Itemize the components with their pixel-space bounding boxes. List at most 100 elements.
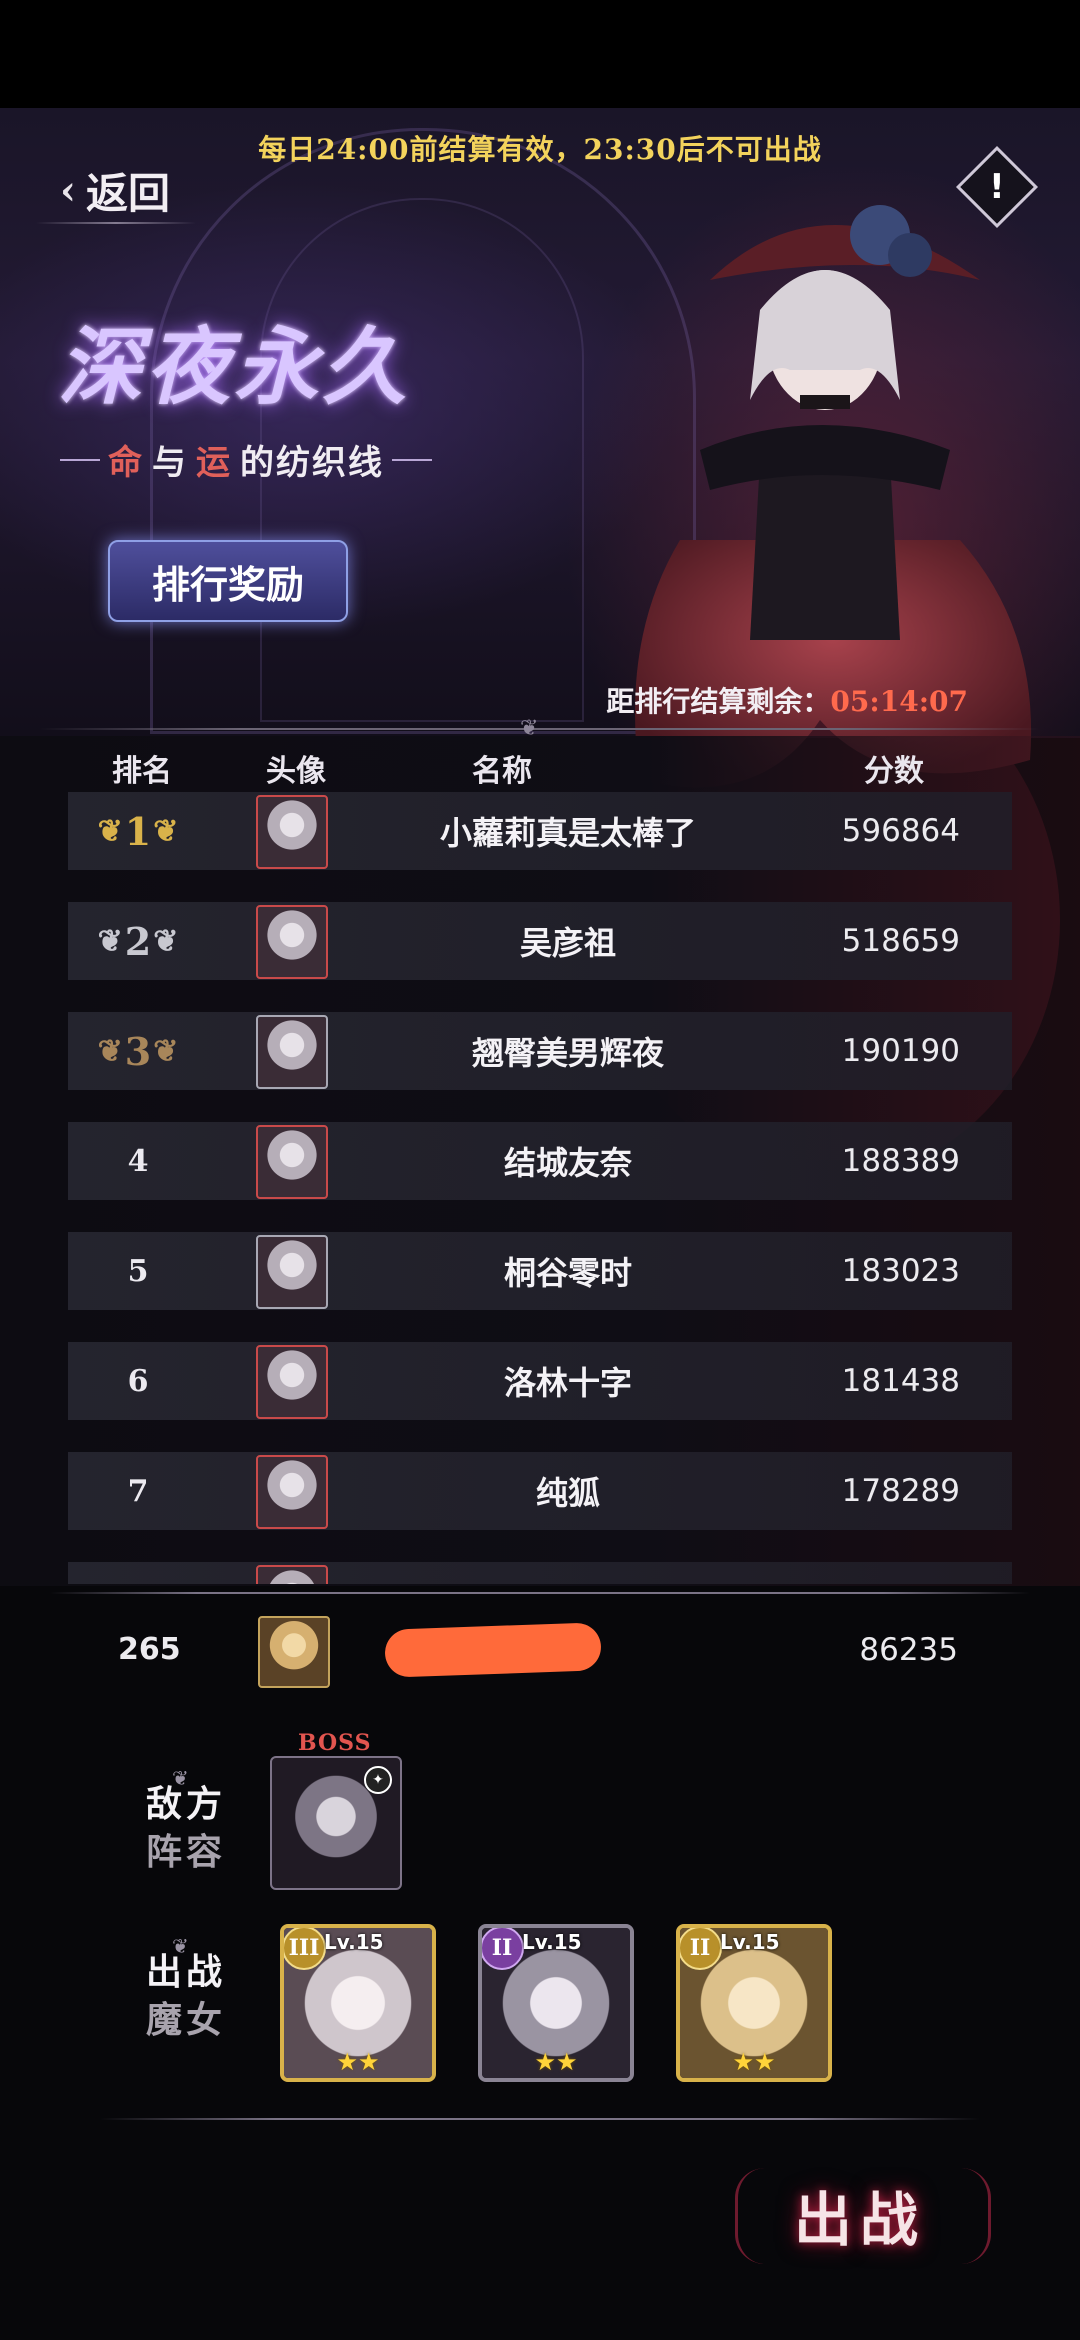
- ranking-header: 排名 头像 名称 分数: [0, 746, 1080, 789]
- my-rank: 265: [118, 1632, 181, 1667]
- avatar: [256, 1345, 328, 1419]
- subtitle-part-4: 的纺织线: [240, 443, 384, 483]
- ranking-row[interactable]: 6 洛林十字 181438: [68, 1342, 1012, 1420]
- witch-card-1[interactable]: III Lv.15 ★★: [280, 1924, 436, 2082]
- avatar: [256, 1125, 328, 1199]
- header-divider: [40, 728, 1040, 730]
- fight-button[interactable]: 出战: [750, 2160, 970, 2270]
- player-score: 183023: [841, 1253, 960, 1289]
- top-bar: [0, 0, 1080, 108]
- laurel-right-icon: ❦: [153, 813, 179, 849]
- countdown-label: 距排行结算剩余：: [606, 685, 831, 718]
- bottom-divider: [100, 2118, 980, 2120]
- countdown-time: 05:14:07: [830, 685, 968, 718]
- avatar: [256, 795, 328, 869]
- team-label-a: 出战: [146, 1951, 227, 1993]
- exclamation-icon: !: [989, 166, 1005, 207]
- enemy-label-a: 敌方: [146, 1783, 227, 1825]
- player-name: 纯狐: [535, 1474, 600, 1512]
- player-name: 小蘿莉真是太棒了: [439, 814, 696, 852]
- witch-level: Lv.15: [324, 1930, 384, 1954]
- ranking-row[interactable]: ❦ 3 ❦ 翘臀美男辉夜 190190: [68, 1012, 1012, 1090]
- player-score: 188389: [841, 1143, 960, 1179]
- star-rating-icon: ★★: [534, 2048, 578, 2076]
- my-rank-row: 265 86235: [0, 1604, 1080, 1700]
- rank-number: 6: [127, 1363, 149, 1399]
- team-label: 出战 魔女: [146, 1948, 226, 2044]
- rank-number: 5: [127, 1253, 149, 1289]
- chevron-left-icon: ‹: [60, 167, 76, 214]
- avatar: [256, 1235, 328, 1309]
- enemy-lineup-label: 敌方 阵容: [146, 1780, 226, 1876]
- back-label: 返回: [86, 169, 171, 218]
- ranking-row-partial[interactable]: [68, 1562, 1012, 1584]
- rank-number: 4: [127, 1143, 149, 1179]
- ranking-row[interactable]: 4 结城友奈 188389: [68, 1122, 1012, 1200]
- event-title: 深夜永久: [58, 317, 411, 416]
- ranking-reward-button[interactable]: 排行奖励: [108, 540, 348, 622]
- laurel-right-icon: ❦: [153, 1033, 179, 1069]
- header-rank: 排名: [112, 754, 172, 789]
- boss-card[interactable]: ✦: [270, 1756, 402, 1890]
- header-score: 分数: [864, 754, 924, 789]
- player-score: 596864: [841, 813, 960, 849]
- ranking-list[interactable]: ❦ 1 ❦ 小蘿莉真是太棒了 596864 ❦ 2 ❦ 吴彦祖 518659 ❦…: [68, 792, 1012, 1584]
- enemy-label-b: 阵容: [146, 1831, 227, 1873]
- laurel-left-icon: ❦: [97, 1033, 123, 1069]
- player-score: 178289: [841, 1473, 960, 1509]
- player-score: 181438: [841, 1363, 960, 1399]
- laurel-left-icon: ❦: [97, 813, 123, 849]
- player-name: 桐谷零时: [503, 1254, 632, 1292]
- boss-tag: BOSS: [298, 1730, 372, 1756]
- tier-badge: III: [284, 1928, 326, 1970]
- subtitle-dash-left: [60, 458, 100, 461]
- laurel-left-icon: ❦: [97, 923, 123, 959]
- player-score: 518659: [841, 923, 960, 959]
- rank-number: 1: [124, 808, 152, 854]
- rank-number: 7: [127, 1473, 149, 1509]
- tier-badge: II: [482, 1928, 524, 1970]
- my-rank-divider: [50, 1592, 1030, 1594]
- avatar: [256, 905, 328, 979]
- redacted-name: [384, 1622, 602, 1678]
- subtitle-part-1: 命: [108, 443, 144, 483]
- witch-level: Lv.15: [720, 1930, 780, 1954]
- rank-badge-silver: ❦ 2 ❦: [68, 902, 208, 980]
- witch-card-2[interactable]: II Lv.15 ★★: [478, 1924, 634, 2082]
- rank-badge-bronze: ❦ 3 ❦: [68, 1012, 208, 1090]
- rank-number: 2: [124, 918, 152, 964]
- settlement-countdown: 距排行结算剩余：05:14:07: [606, 680, 968, 720]
- star-rating-icon: ★★: [336, 2048, 380, 2076]
- ranking-row[interactable]: 7 纯狐 178289: [68, 1452, 1012, 1530]
- witch-level: Lv.15: [522, 1930, 582, 1954]
- my-avatar: [258, 1616, 330, 1688]
- player-name: 结城友奈: [503, 1144, 632, 1182]
- witch-card-3[interactable]: II Lv.15 ★★: [676, 1924, 832, 2082]
- laurel-right-icon: ❦: [153, 923, 179, 959]
- header-name: 名称: [472, 754, 532, 789]
- avatar: [256, 1565, 328, 1584]
- subtitle-dash-right: [392, 458, 432, 461]
- team-label-b: 魔女: [146, 1999, 227, 2041]
- avatar: [256, 1015, 328, 1089]
- subtitle-part-3: 运: [196, 443, 232, 483]
- back-button[interactable]: ‹ 返回: [60, 160, 170, 221]
- rank-number: 3: [124, 1028, 152, 1074]
- my-score: 86235: [859, 1632, 958, 1668]
- rank-badge-gold: ❦ 1 ❦: [68, 792, 208, 870]
- star-rating-icon: ★★: [732, 2048, 776, 2076]
- ranking-row[interactable]: ❦ 2 ❦ 吴彦祖 518659: [68, 902, 1012, 980]
- event-subtitle: 命 与 运 的纺织线: [60, 435, 432, 484]
- header-avatar: 头像: [266, 754, 326, 789]
- player-score: 190190: [841, 1033, 960, 1069]
- ranking-row[interactable]: ❦ 1 ❦ 小蘿莉真是太棒了 596864: [68, 792, 1012, 870]
- boss-emblem-icon: ✦: [364, 1766, 392, 1794]
- player-name: 洛林十字: [503, 1364, 632, 1402]
- player-name: 翘臀美男辉夜: [471, 1034, 664, 1072]
- player-name: 吴彦祖: [519, 924, 616, 962]
- avatar: [256, 1455, 328, 1529]
- ranking-row[interactable]: 5 桐谷零时 183023: [68, 1232, 1012, 1310]
- tier-badge: II: [680, 1928, 722, 1970]
- back-underline: [36, 222, 196, 224]
- subtitle-part-2: 与: [152, 443, 188, 483]
